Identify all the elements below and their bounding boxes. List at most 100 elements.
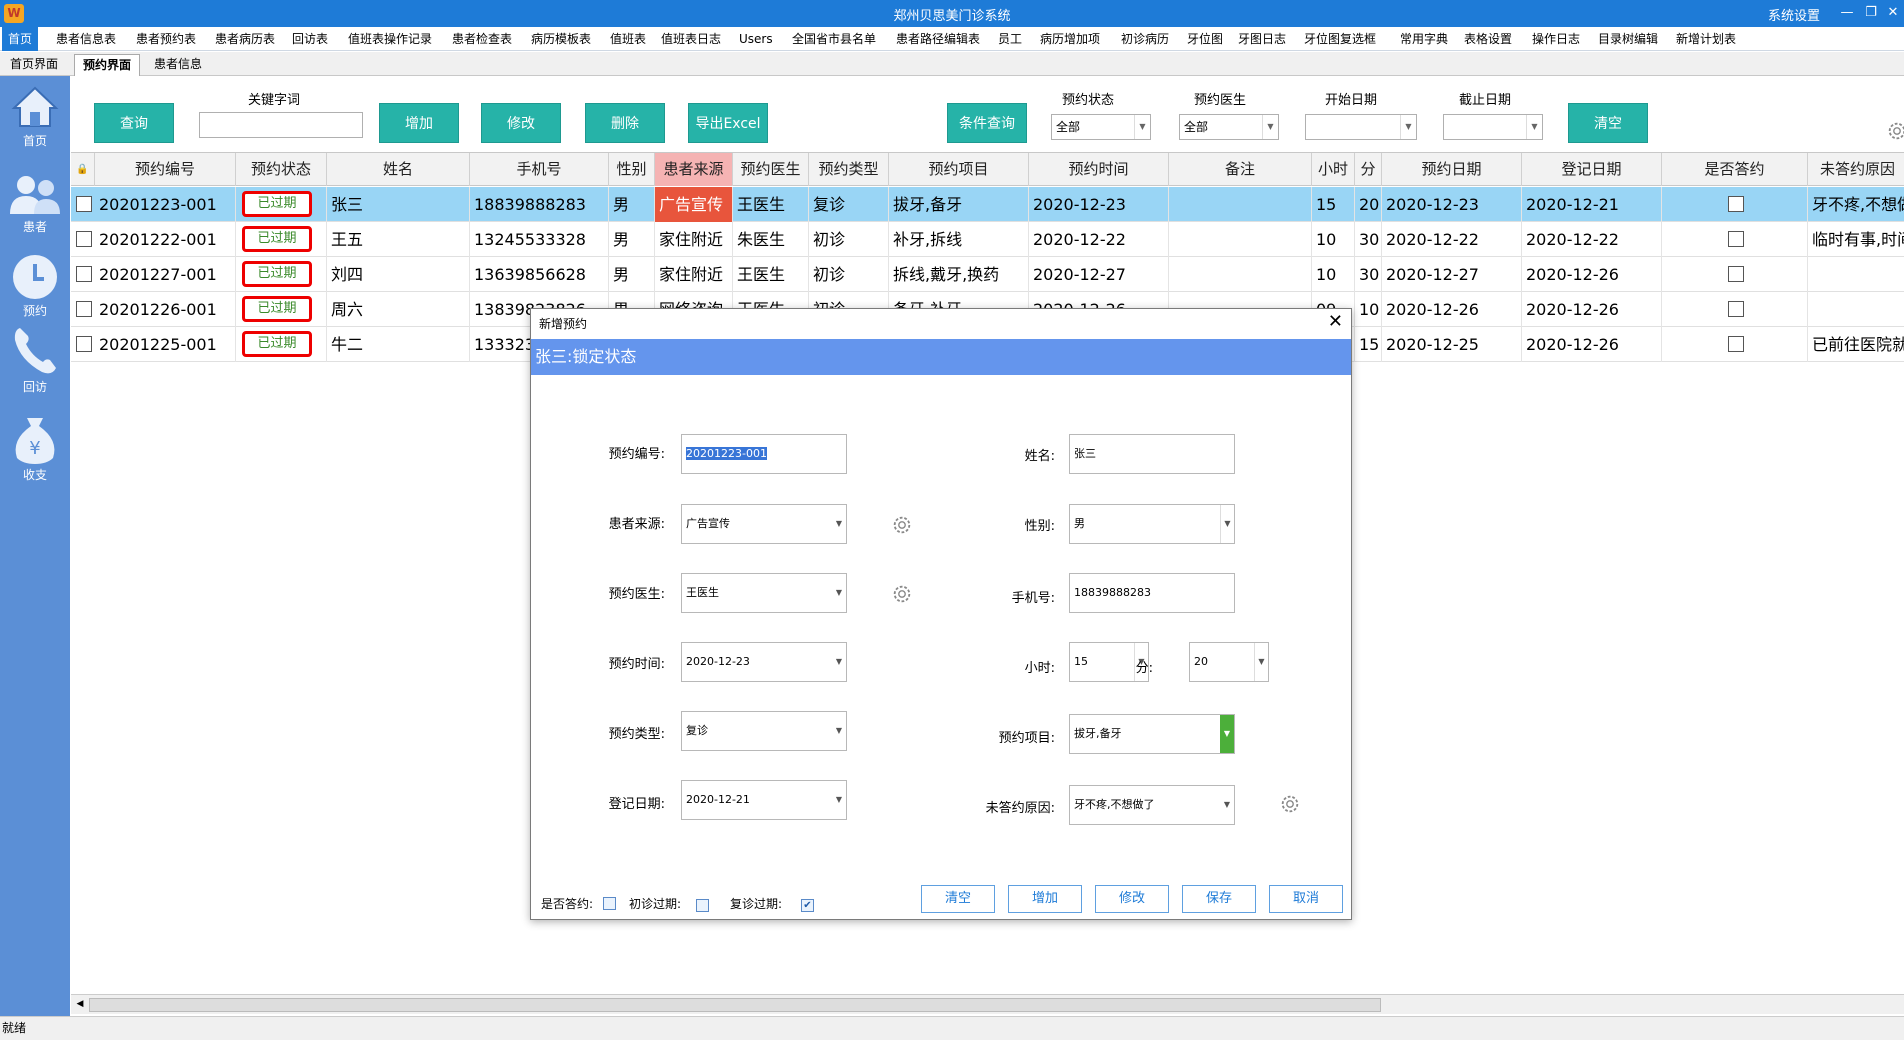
start-date-picker[interactable]: ▼ xyxy=(1305,114,1417,140)
dialog-clear-button[interactable]: 清空 xyxy=(921,885,995,913)
reason-settings-gear-icon[interactable] xyxy=(1279,793,1301,815)
column-header[interactable]: 是否答约 xyxy=(1662,153,1808,186)
menu-item-2[interactable]: 患者预约表 xyxy=(130,27,202,51)
column-header[interactable]: 手机号 xyxy=(470,153,609,186)
scroll-left-icon[interactable]: ◀ xyxy=(73,997,87,1012)
column-header[interactable]: 预约项目 xyxy=(889,153,1029,186)
menu-item-19[interactable]: 常用字典 xyxy=(1394,27,1454,51)
register-date-picker[interactable]: 2020-12-21 ▼ xyxy=(681,780,847,820)
column-header[interactable]: 预约时间 xyxy=(1029,153,1169,186)
dialog-edit-button[interactable]: 修改 xyxy=(1095,885,1169,913)
sidebar-item-home[interactable]: 首页 xyxy=(0,82,70,149)
menu-item-23[interactable]: 新增计划表 xyxy=(1670,27,1742,51)
close-icon[interactable]: ✕ xyxy=(1882,4,1904,22)
system-settings-button[interactable]: 系统设置 xyxy=(1768,5,1820,24)
table-row[interactable]: 20201227-001 已过期 刘四 13639856628 男家住附近 王医生 初诊 拆线… xyxy=(71,257,1904,292)
appointment-time-picker[interactable]: 2020-12-23 ▼ xyxy=(681,642,847,682)
delete-button[interactable]: 删除 xyxy=(585,103,665,143)
row-select-checkbox[interactable] xyxy=(76,266,92,282)
query-button[interactable]: 查询 xyxy=(94,103,174,143)
menu-item-10[interactable]: Users xyxy=(733,27,779,51)
menu-item-3[interactable]: 患者病历表 xyxy=(209,27,281,51)
status-filter-select[interactable]: 全部 ▼ xyxy=(1051,114,1151,140)
restore-icon[interactable]: ❐ xyxy=(1860,4,1882,22)
menu-item-16[interactable]: 牙位图 xyxy=(1181,27,1229,51)
menu-item-0[interactable]: 首页 xyxy=(2,27,39,51)
row-select-checkbox[interactable] xyxy=(76,196,92,212)
menu-item-21[interactable]: 操作日志 xyxy=(1526,27,1586,51)
menu-item-15[interactable]: 初诊病历 xyxy=(1115,27,1175,51)
revisit-expired-checkbox[interactable]: ✔ xyxy=(801,899,814,912)
column-header[interactable]: 分 xyxy=(1355,153,1382,186)
conditional-query-button[interactable]: 条件查询 xyxy=(947,103,1027,143)
export-excel-button[interactable]: 导出Excel xyxy=(688,103,768,143)
menu-item-22[interactable]: 目录树编辑 xyxy=(1592,27,1664,51)
menu-item-4[interactable]: 回访表 xyxy=(286,27,334,51)
first-visit-expired-checkbox[interactable] xyxy=(696,899,709,912)
appointment-item-select[interactable]: 拔牙,备牙 ▼ xyxy=(1069,714,1235,754)
menu-item-1[interactable]: 患者信息表 xyxy=(50,27,122,51)
row-select-checkbox[interactable] xyxy=(76,336,92,352)
answered-checkbox[interactable] xyxy=(1728,266,1744,282)
column-header[interactable]: 预约类型 xyxy=(809,153,889,186)
answered-checkbox[interactable] xyxy=(1728,231,1744,247)
column-header[interactable]: 性别 xyxy=(609,153,655,186)
patient-source-select[interactable]: 广告宣传 ▼ xyxy=(681,504,847,544)
name-field[interactable]: 张三 xyxy=(1069,434,1235,474)
keyword-input[interactable] xyxy=(199,112,363,138)
menu-item-14[interactable]: 病历增加项 xyxy=(1034,27,1106,51)
menu-item-17[interactable]: 牙图日志 xyxy=(1232,27,1292,51)
menu-item-8[interactable]: 值班表 xyxy=(604,27,652,51)
dialog-add-button[interactable]: 增加 xyxy=(1008,885,1082,913)
doctor-select[interactable]: 王医生 ▼ xyxy=(681,573,847,613)
menu-item-20[interactable]: 表格设置 xyxy=(1458,27,1518,51)
sidebar-item-patients[interactable]: 患者 xyxy=(0,172,70,235)
menu-item-5[interactable]: 值班表操作记录 xyxy=(342,27,438,51)
column-header[interactable]: 预约状态 xyxy=(236,153,327,186)
menu-item-6[interactable]: 患者检查表 xyxy=(446,27,518,51)
answered-checkbox[interactable] xyxy=(1728,301,1744,317)
tab-home[interactable]: 首页界面 xyxy=(2,54,66,76)
tab-appointment[interactable]: 预约界面 xyxy=(74,54,141,76)
source-settings-gear-icon[interactable] xyxy=(891,514,913,536)
doctor-filter-select[interactable]: 全部 ▼ xyxy=(1179,114,1279,140)
sidebar-item-finance[interactable]: ¥ 收支 xyxy=(0,414,70,483)
menu-item-7[interactable]: 病历模板表 xyxy=(525,27,597,51)
sidebar-item-followup[interactable]: 回访 xyxy=(0,322,70,395)
scrollbar-thumb[interactable] xyxy=(89,998,1381,1012)
end-date-picker[interactable]: ▼ xyxy=(1443,114,1543,140)
answered-checkbox[interactable] xyxy=(1728,336,1744,352)
column-header[interactable]: 预约编号 xyxy=(95,153,236,186)
menu-item-9[interactable]: 值班表日志 xyxy=(655,27,727,51)
row-select-checkbox[interactable] xyxy=(76,231,92,247)
column-header[interactable]: 患者来源 xyxy=(655,153,733,186)
edit-button[interactable]: 修改 xyxy=(481,103,561,143)
appointment-type-select[interactable]: 复诊 ▼ xyxy=(681,711,847,751)
menu-item-13[interactable]: 员工 xyxy=(992,27,1028,51)
column-header[interactable]: 姓名 xyxy=(327,153,470,186)
unanswered-reason-select[interactable]: 牙不疼,不想做了 ▼ xyxy=(1069,785,1235,825)
minimize-icon[interactable]: — xyxy=(1836,4,1858,22)
menu-item-11[interactable]: 全国省市县名单 xyxy=(786,27,882,51)
column-header[interactable]: 未答约原因 xyxy=(1808,153,1904,186)
horizontal-scrollbar[interactable]: ◀ xyxy=(71,994,1904,1014)
sex-select[interactable]: 男 ▼ xyxy=(1069,504,1235,544)
dialog-close-icon[interactable]: ✕ xyxy=(1328,311,1343,332)
menu-item-18[interactable]: 牙位图复选框 xyxy=(1298,27,1382,51)
table-row[interactable]: 20201223-001 已过期 张三 18839888283 男广告宣传 王医生 复诊 拔牙… xyxy=(71,187,1904,222)
tab-patient-info[interactable]: 患者信息 xyxy=(146,54,210,76)
table-row[interactable]: 20201222-001 已过期 王五 13245533328 男家住附近 朱医生 初诊 补牙… xyxy=(71,222,1904,257)
column-header[interactable]: 预约医生 xyxy=(733,153,809,186)
row-select-checkbox[interactable] xyxy=(76,301,92,317)
answered-checkbox[interactable] xyxy=(1728,196,1744,212)
sidebar-item-appointment[interactable]: 预约 xyxy=(0,252,70,319)
dialog-cancel-button[interactable]: 取消 xyxy=(1269,885,1343,913)
minute-select[interactable]: 20 ▼ xyxy=(1189,642,1269,682)
dialog-save-button[interactable]: 保存 xyxy=(1182,885,1256,913)
settings-gear-icon[interactable] xyxy=(1886,120,1904,142)
answered-checkbox[interactable] xyxy=(603,897,616,910)
clear-button[interactable]: 清空 xyxy=(1568,103,1648,143)
doctor-settings-gear-icon[interactable] xyxy=(891,583,913,605)
column-header[interactable]: 小时 xyxy=(1312,153,1355,186)
column-header[interactable]: 预约日期 xyxy=(1382,153,1522,186)
